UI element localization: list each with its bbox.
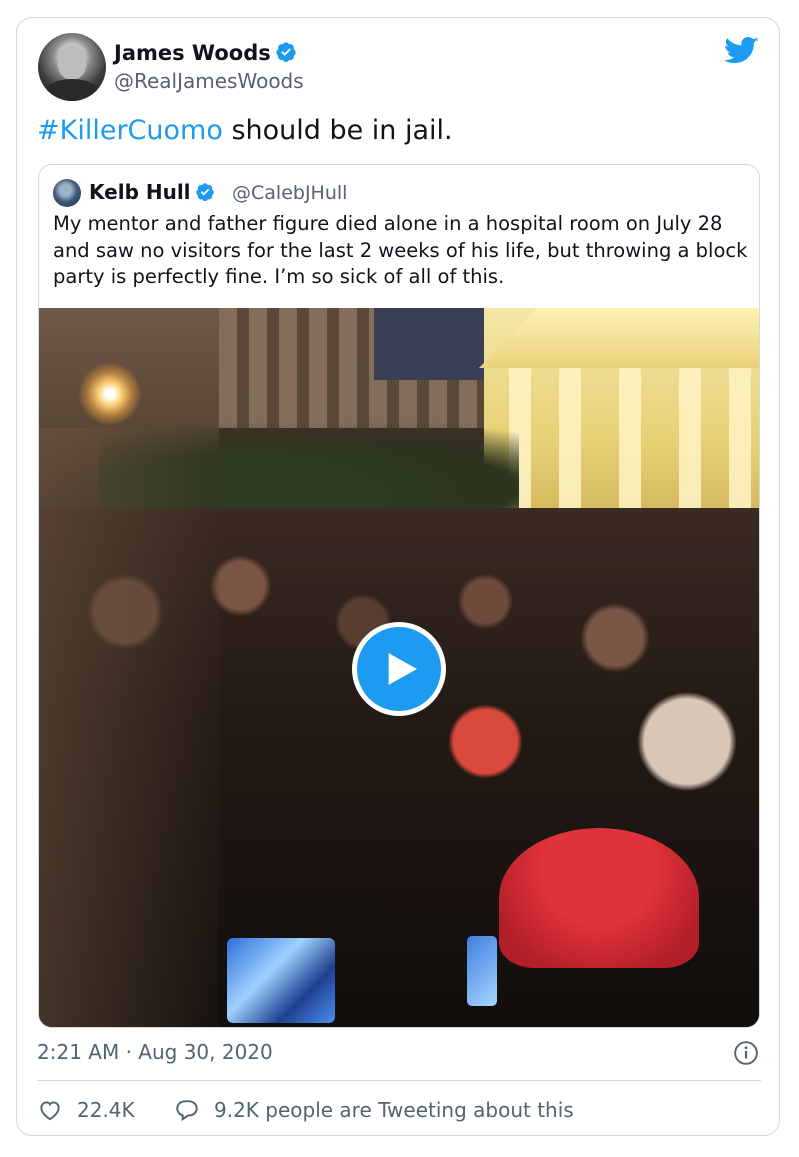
quoted-tweet[interactable]: Kelb Hull @CalebJHull My mentor and fath… <box>38 164 760 1028</box>
author-name[interactable]: James Woods <box>114 41 271 65</box>
author-avatar[interactable] <box>38 33 106 101</box>
blurred-foreground <box>39 428 219 1027</box>
tweet-text-body: should be in jail. <box>222 115 453 146</box>
like-action[interactable]: 22.4K <box>37 1096 135 1124</box>
quoted-author-handle[interactable]: @CalebJHull <box>232 180 347 206</box>
reply-action[interactable]: 9.2K people are Tweeting about this <box>174 1096 574 1124</box>
play-button[interactable] <box>352 622 446 716</box>
avatar-shoulders <box>44 79 100 101</box>
verified-badge-icon <box>195 183 214 202</box>
like-count: 22.4K <box>77 1098 135 1122</box>
author-handle[interactable]: @RealJamesWoods <box>114 68 304 94</box>
video-thumbnail[interactable] <box>39 308 759 1027</box>
verified-badge-icon <box>276 42 296 62</box>
info-icon[interactable] <box>733 1040 759 1066</box>
hashtag-link[interactable]: #KillerCuomo <box>37 115 223 146</box>
red-cap <box>499 828 699 968</box>
quoted-author-name-row[interactable]: Kelb Hull <box>89 178 215 206</box>
divider <box>37 1080 761 1081</box>
avatar-face <box>58 45 86 79</box>
tweet-text: #KillerCuomo should be in jail. <box>37 113 453 149</box>
quoted-author-name[interactable]: Kelb Hull <box>89 180 191 204</box>
play-icon <box>388 653 417 685</box>
tweet-card: James Woods @RealJamesWoods #KillerCuomo… <box>16 17 780 1136</box>
phone-screen <box>467 936 497 1006</box>
street-lamp <box>79 363 141 425</box>
quoted-author-avatar[interactable] <box>53 179 81 207</box>
quoted-tweet-text: My mentor and father figure died alone i… <box>53 212 748 288</box>
author-name-row[interactable]: James Woods <box>114 39 297 67</box>
tweet-timestamp[interactable]: 2:21 AM · Aug 30, 2020 <box>37 1038 273 1066</box>
twitter-bird-icon[interactable] <box>725 36 759 66</box>
reply-text: 9.2K people are Tweeting about this <box>214 1098 574 1122</box>
reply-bubble-icon <box>176 1100 198 1122</box>
phone-screen <box>227 938 335 1023</box>
heart-icon <box>40 1101 60 1121</box>
